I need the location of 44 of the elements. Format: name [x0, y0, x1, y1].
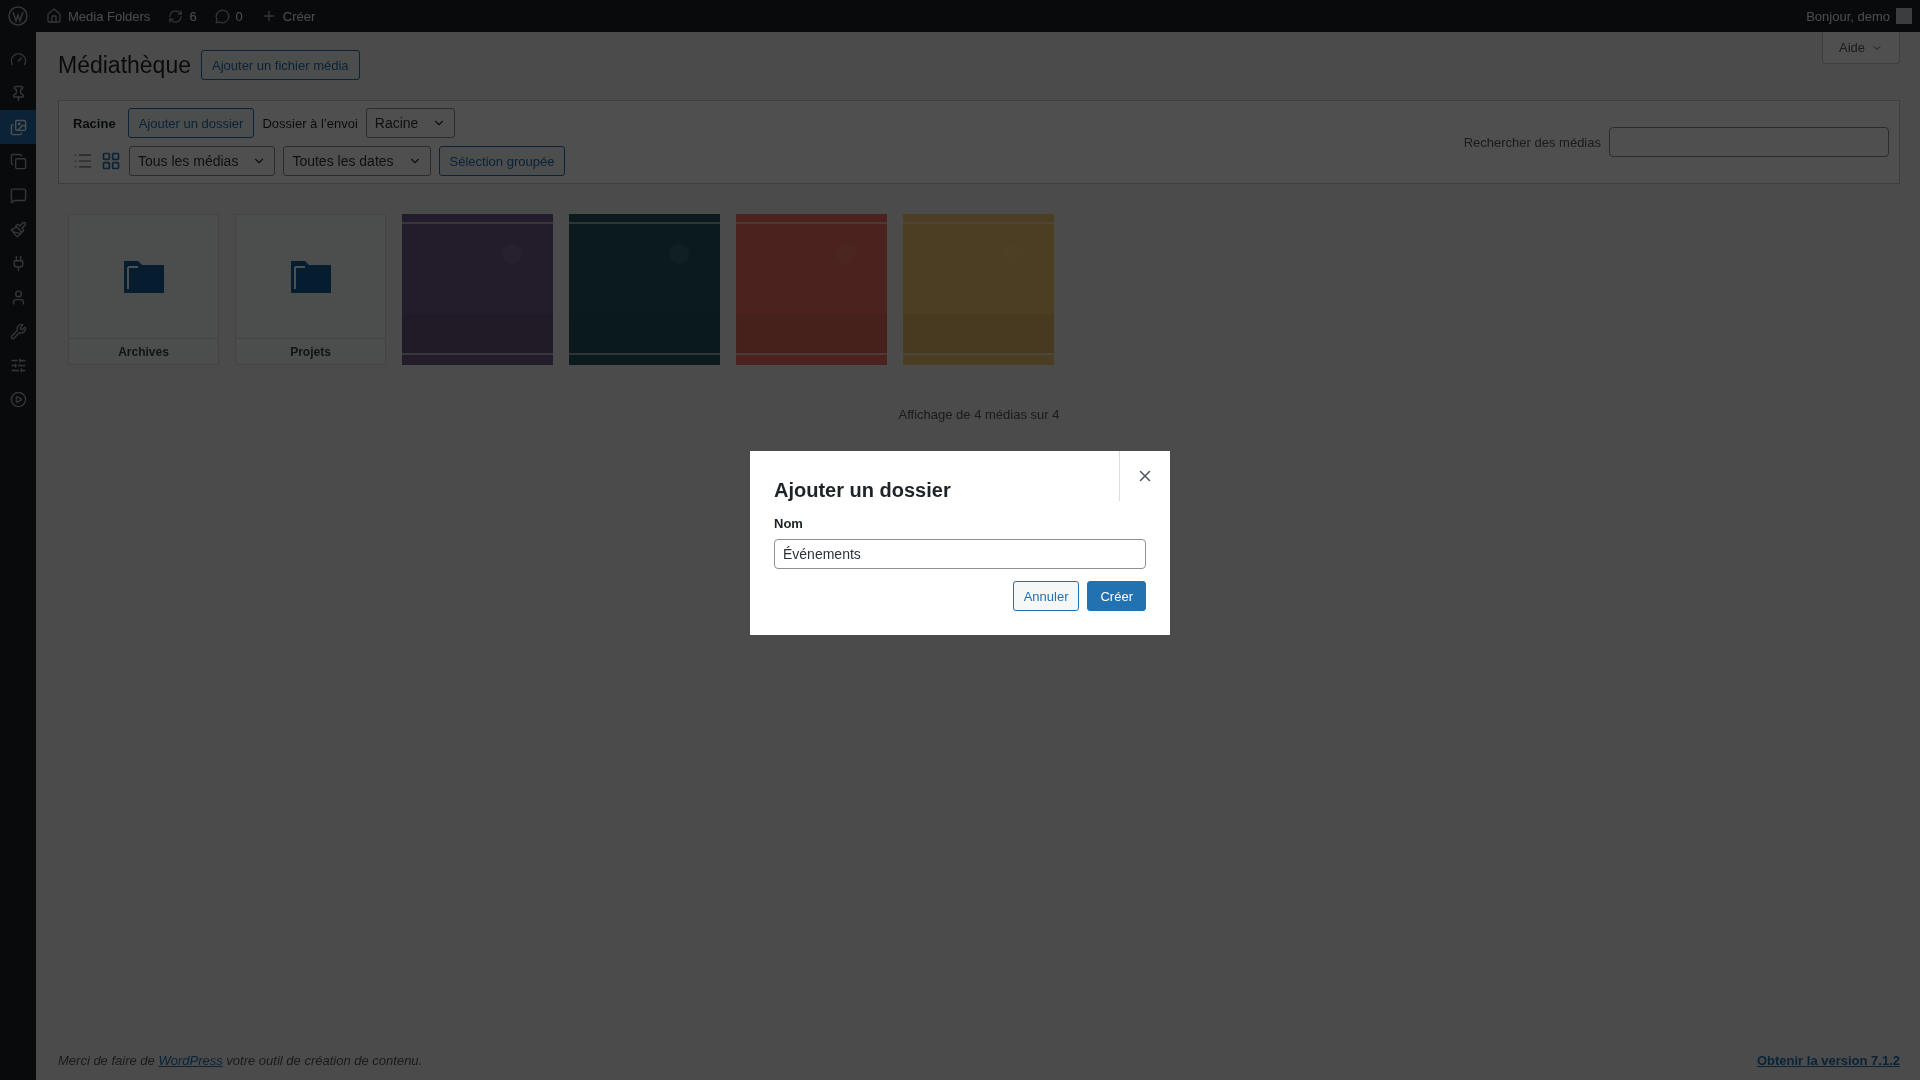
version-link[interactable]: Obtenir la version 7.1.2	[1756, 1053, 1900, 1068]
pages-icon	[9, 152, 27, 170]
brush-icon	[9, 220, 27, 238]
updates-icon[interactable]	[168, 8, 184, 24]
name-field[interactable]: Événements	[774, 539, 1146, 569]
date-select[interactable]: Toutes les dates	[283, 146, 431, 176]
upload-folder-select[interactable]: Racine	[365, 108, 456, 138]
wordpress-link[interactable]: WordPress	[158, 1053, 223, 1068]
folder-icon	[123, 260, 164, 293]
folder-name: Projets	[236, 338, 385, 364]
folder-tile[interactable]: Projets	[235, 214, 386, 365]
list-view-icon[interactable]	[73, 151, 93, 171]
wordpress-logo-icon[interactable]	[8, 6, 28, 26]
search-field[interactable]	[1609, 127, 1889, 157]
media-icon	[9, 118, 27, 136]
create-button[interactable]: Créer	[1087, 581, 1146, 611]
current-folder-label: Racine	[73, 115, 116, 131]
site-name-link[interactable]: Media Folders	[68, 8, 151, 24]
sliders-icon	[9, 356, 27, 374]
folder-name: Archives	[69, 338, 218, 364]
comment-icon[interactable]	[214, 8, 230, 24]
sidebar-item[interactable]	[0, 110, 36, 144]
folder-icon	[290, 260, 331, 293]
avatar-icon[interactable]	[1896, 8, 1912, 24]
add-folder-button[interactable]: Ajouter un dossier	[127, 108, 255, 138]
grid-view-icon[interactable]	[101, 151, 121, 171]
cancel-button[interactable]: Annuler	[1012, 581, 1080, 611]
upload-folder-label: Dossier à l’envoi	[262, 115, 358, 131]
play-icon	[9, 390, 27, 408]
bulk-select-button[interactable]: Sélection groupée	[438, 146, 566, 176]
comments-count[interactable]: 0	[235, 8, 243, 24]
dashboard-icon	[9, 50, 27, 68]
add-media-button[interactable]: Ajouter un fichier média	[201, 50, 360, 80]
wrench-icon	[9, 322, 27, 340]
updates-count[interactable]: 6	[189, 8, 197, 24]
comment-icon	[9, 186, 27, 204]
page-title: Médiathèque	[58, 51, 191, 79]
field-label: Nom	[774, 516, 804, 531]
dialog-title: Ajouter un dossier	[774, 479, 952, 502]
greeting-link[interactable]: Bonjour, demo	[1806, 8, 1890, 24]
new-link[interactable]: Créer	[282, 8, 316, 24]
folder-tile[interactable]: Archives	[68, 214, 219, 365]
home-icon[interactable]	[46, 8, 62, 24]
media-type-select[interactable]: Tous les médias	[129, 146, 276, 176]
